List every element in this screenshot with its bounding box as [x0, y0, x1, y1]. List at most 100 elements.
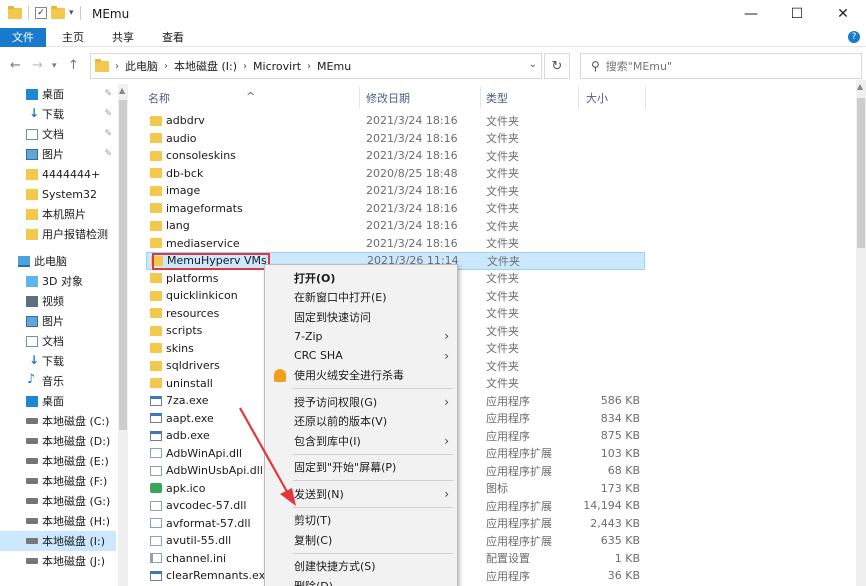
column-divider[interactable] — [578, 86, 579, 108]
column-divider[interactable] — [645, 86, 646, 108]
sidebar-item[interactable]: 本地磁盘 (C:) — [0, 411, 116, 431]
file-type: 文件夹 — [486, 202, 519, 216]
tab-file[interactable]: 文件 — [0, 28, 46, 47]
file-row[interactable]: consoleskins 2021/3/24 18:16 文件夹 — [140, 147, 645, 165]
up-icon[interactable]: ↑ — [68, 58, 79, 73]
context-menu-item[interactable]: 发送到(N) › — [265, 484, 457, 503]
sidebar-item[interactable]: 此电脑 — [0, 251, 116, 271]
sidebar-item[interactable]: 本地磁盘 (I:) — [0, 531, 116, 551]
chevron-right-icon[interactable]: › — [115, 61, 119, 72]
tab-share[interactable]: 共享 — [100, 28, 146, 47]
column-name[interactable]: 名称 — [148, 90, 170, 106]
search-input[interactable] — [605, 59, 836, 73]
file-row[interactable]: mediaservice 2021/3/24 18:16 文件夹 — [140, 235, 645, 253]
pictures-icon — [26, 148, 38, 160]
search-box[interactable]: ⚲ — [580, 53, 862, 79]
forward-icon[interactable]: → — [32, 58, 43, 73]
context-menu-item[interactable]: 使用火绒安全进行杀毒 — [265, 366, 457, 385]
breadcrumb-drive-i[interactable]: 本地磁盘 (I:) — [174, 58, 237, 74]
sidebar-item[interactable]: 图片 ✎ — [0, 144, 116, 164]
chevron-right-icon[interactable]: › — [164, 61, 168, 72]
recent-locations-icon[interactable]: ▾ — [52, 61, 57, 71]
file-row[interactable]: lang 2021/3/24 18:16 文件夹 — [140, 217, 645, 235]
address-bar[interactable]: › 此电脑 › 本地磁盘 (I:) › Microvirt › MEmu ⌄ — [90, 53, 542, 79]
breadcrumb-memu[interactable]: MEmu — [317, 60, 351, 73]
context-menu-item[interactable]: 创建快捷方式(S) — [265, 557, 457, 576]
context-menu-item[interactable]: 授予访问权限(G) › — [265, 392, 457, 411]
column-date[interactable]: 修改日期 — [366, 90, 410, 106]
tab-view[interactable]: 查看 — [150, 28, 196, 47]
new-folder-icon[interactable] — [51, 5, 65, 19]
sidebar-item[interactable]: 本地磁盘 (H:) — [0, 511, 116, 531]
file-name: lang — [150, 219, 190, 232]
chevron-down-icon[interactable]: ⌄ — [529, 59, 537, 70]
sidebar-item[interactable]: 桌面 ✎ — [0, 84, 116, 104]
help-icon[interactable]: ? — [848, 31, 860, 43]
context-menu-item[interactable]: 复制(C) — [265, 530, 457, 549]
sidebar-item[interactable]: 音乐 — [0, 371, 116, 391]
column-type[interactable]: 类型 — [486, 90, 508, 106]
exe-file-icon — [150, 395, 162, 406]
scroll-up-icon[interactable]: ▲ — [857, 82, 863, 91]
sidebar-item[interactable]: 本地磁盘 (J:) — [0, 551, 116, 571]
file-row[interactable]: image 2021/3/24 18:16 文件夹 — [140, 182, 645, 200]
column-divider[interactable] — [359, 86, 360, 108]
sidebar-item[interactable]: 3D 对象 — [0, 271, 116, 291]
scrollbar-thumb[interactable] — [119, 100, 127, 430]
sidebar-item[interactable]: 视频 — [0, 291, 116, 311]
sidebar-item[interactable]: 用户报错检测 — [0, 224, 116, 244]
address-row: ← → ▾ ↑ › 此电脑 › 本地磁盘 (I:) › Microvirt › … — [0, 53, 866, 79]
context-menu-item[interactable]: 固定到"开始"屏幕(P) — [265, 458, 457, 477]
context-menu-item[interactable]: 剪切(T) — [265, 511, 457, 530]
sidebar-item[interactable]: 本地磁盘 (E:) — [0, 451, 116, 471]
sidebar-item[interactable]: 本机照片 — [0, 204, 116, 224]
maximize-button[interactable]: ☐ — [774, 0, 820, 28]
minimize-button[interactable]: — — [728, 0, 774, 28]
file-row[interactable]: imageformats 2021/3/24 18:16 文件夹 — [140, 200, 645, 218]
sidebar-scrollbar[interactable]: ▲ — [118, 84, 128, 586]
sidebar-item[interactable]: 下载 ✎ — [0, 104, 116, 124]
context-menu-item[interactable]: 打开(O) — [265, 268, 457, 287]
sidebar-item[interactable]: 图片 — [0, 311, 116, 331]
sidebar-item[interactable]: 文档 — [0, 331, 116, 351]
tab-home[interactable]: 主页 — [50, 28, 96, 47]
sidebar-item[interactable]: 桌面 — [0, 391, 116, 411]
breadcrumb-this-pc[interactable]: 此电脑 — [125, 58, 158, 74]
file-list-scrollbar[interactable]: ▲ — [856, 80, 866, 586]
column-divider[interactable] — [480, 86, 481, 108]
file-size: 586 KB — [600, 394, 640, 408]
back-icon[interactable]: ← — [10, 58, 21, 73]
file-name: resources — [150, 307, 219, 320]
refresh-button[interactable]: ↻ — [544, 53, 570, 79]
customize-toolbar-icon[interactable]: ▾ — [69, 8, 74, 18]
sidebar-item[interactable]: 文档 ✎ — [0, 124, 116, 144]
file-date: 2021/3/24 18:16 — [366, 131, 458, 145]
scrollbar-thumb[interactable] — [857, 98, 865, 248]
close-button[interactable]: ✕ — [820, 0, 866, 28]
sidebar-item[interactable]: System32 — [0, 184, 116, 204]
context-menu-item[interactable]: CRC SHA › — [265, 346, 457, 365]
file-row[interactable]: adbdrv 2021/3/24 18:16 文件夹 — [140, 112, 645, 130]
breadcrumb-microvirt[interactable]: Microvirt — [253, 60, 301, 73]
context-menu-item[interactable]: 在新窗口中打开(E) — [265, 288, 457, 307]
column-size[interactable]: 大小 — [586, 90, 608, 106]
chevron-right-icon[interactable]: › — [243, 61, 247, 72]
sidebar-item[interactable]: 本地磁盘 (F:) — [0, 471, 116, 491]
file-size: 14,194 KB — [583, 499, 640, 513]
context-menu-item[interactable]: 7-Zip › — [265, 327, 457, 346]
chevron-right-icon[interactable]: › — [307, 61, 311, 72]
sidebar-item[interactable]: 下载 — [0, 351, 116, 371]
context-menu-item[interactable]: 还原以前的版本(V) — [265, 412, 457, 431]
context-menu-item[interactable]: 固定到快速访问 — [265, 307, 457, 326]
sidebar-item[interactable]: 4444444+ — [0, 164, 116, 184]
sidebar-item[interactable]: 本地磁盘 (G:) — [0, 491, 116, 511]
file-row[interactable]: audio 2021/3/24 18:16 文件夹 — [140, 130, 645, 148]
context-menu-item[interactable]: 删除(D) — [265, 576, 457, 586]
scroll-up-icon[interactable]: ▲ — [119, 86, 125, 95]
sidebar-item[interactable]: 本地磁盘 (D:) — [0, 431, 116, 451]
context-menu-item[interactable]: 包含到库中(I) › — [265, 431, 457, 450]
file-name: AdbWinApi.dll — [150, 447, 242, 460]
menu-item-label: 发送到(N) — [294, 487, 344, 501]
properties-icon[interactable]: ✓ — [35, 7, 47, 19]
file-row[interactable]: db-bck 2020/8/25 18:48 文件夹 — [140, 165, 645, 183]
